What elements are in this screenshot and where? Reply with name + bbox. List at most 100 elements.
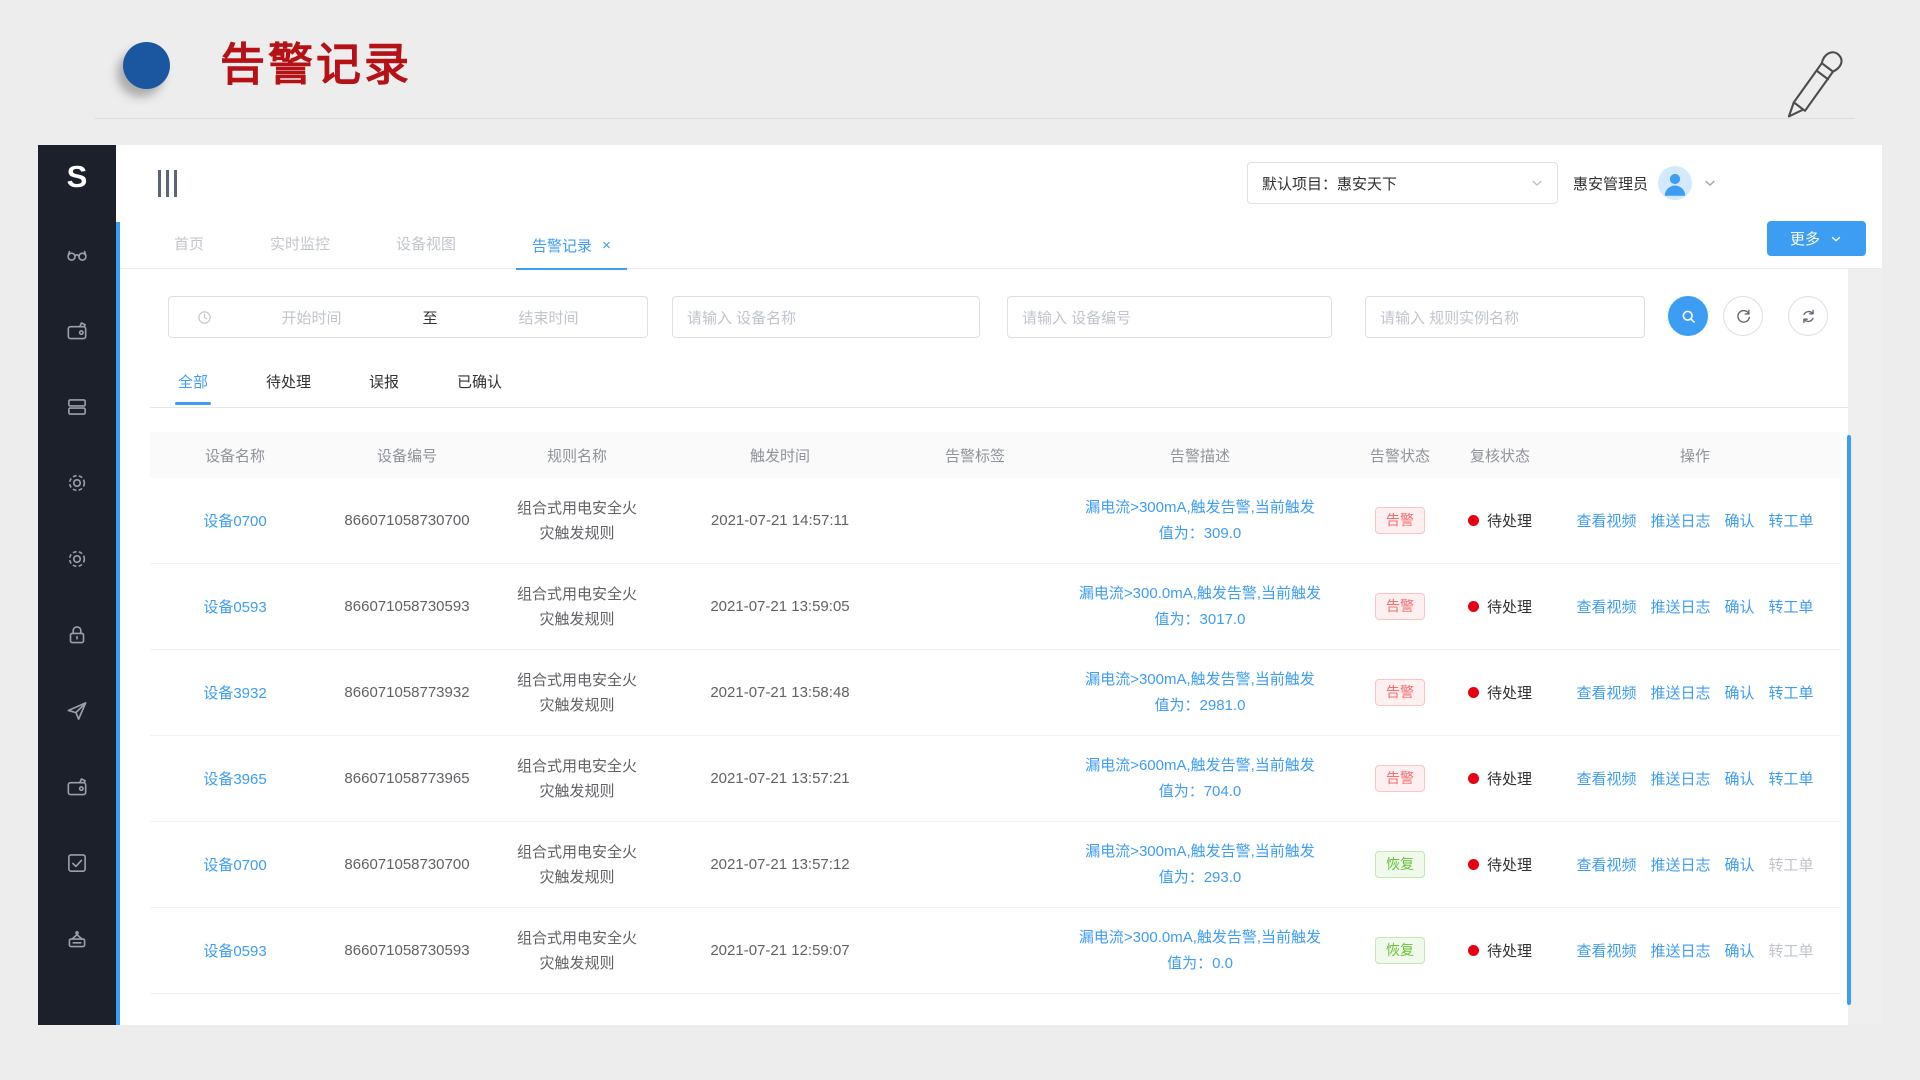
action-transfer-link[interactable]: 转工单 [1769,768,1814,789]
app-logo: S [67,161,88,192]
device-no-input[interactable]: 请输入 设备编号 [1007,296,1332,338]
sidebar-item-devices[interactable] [64,394,90,420]
glasses-icon [64,242,90,268]
action-view-video-link[interactable]: 查看视频 [1576,682,1636,703]
action-push-log-link[interactable]: 推送日志 [1650,682,1710,703]
sidebar-item-wallet[interactable] [64,318,90,344]
device-no-cell: 866071058773932 [320,684,494,701]
action-confirm-link[interactable]: 确认 [1725,682,1755,703]
device-no-cell: 866071058730593 [320,598,494,615]
rule-name-cell: 组合式用电安全火灾触发规则 [512,668,642,718]
col-header-rule-name: 规则名称 [494,445,660,466]
action-push-log-link[interactable]: 推送日志 [1650,596,1710,617]
stacked-cards-icon [64,394,90,420]
action-view-video-link[interactable]: 查看视频 [1576,596,1636,617]
action-push-log-link[interactable]: 推送日志 [1650,854,1710,875]
pen-icon [1768,38,1856,122]
device-name-link[interactable]: 设备0700 [203,510,266,531]
sidebar-item-tasks[interactable] [64,850,90,876]
action-confirm-link[interactable]: 确认 [1725,596,1755,617]
status-tab-all[interactable]: 全部 [172,360,214,407]
review-status-dot [1468,601,1479,612]
nav-tabs: 首页 实时监控 设备视图 告警记录 × [168,222,627,269]
table-row: 设备0593 866071058730593 组合式用电安全火灾触发规则 202… [150,564,1840,650]
alarm-desc-cell: 漏电流>600mA,触发告警,当前触发值为：704.0 [1085,753,1315,805]
device-name-input[interactable]: 请输入 设备名称 [672,296,980,338]
sidebar-item-send[interactable] [64,698,90,724]
action-view-video-link[interactable]: 查看视频 [1576,768,1636,789]
status-tab-confirmed[interactable]: 已确认 [451,360,508,407]
header-divider [95,118,1855,119]
refresh-button[interactable] [1723,296,1763,336]
date-range-picker[interactable]: 开始时间 至 结束时间 [168,296,648,338]
close-tab-icon[interactable]: × [602,238,611,253]
user-menu[interactable]: 惠安管理员 [1573,162,1718,204]
action-confirm-link[interactable]: 确认 [1725,510,1755,531]
alarm-desc-cell: 漏电流>300.0mA,触发告警,当前触发值为：0.0 [1079,925,1321,977]
printer-icon [64,926,90,952]
device-name-link[interactable]: 设备0700 [203,854,266,875]
search-button[interactable] [1668,296,1708,336]
action-confirm-link[interactable]: 确认 [1725,768,1755,789]
tab-alarm-records-label: 告警记录 [532,235,592,256]
action-view-video-link[interactable]: 查看视频 [1576,940,1636,961]
action-push-log-link[interactable]: 推送日志 [1650,768,1710,789]
action-transfer-link[interactable]: 转工单 [1769,854,1814,875]
project-select[interactable]: 默认项目：惠安天下 [1247,162,1558,204]
trigger-time-cell: 2021-07-21 13:58:48 [660,684,900,701]
chevron-down-icon [1529,175,1545,191]
sidebar-item-printer[interactable] [64,926,90,952]
alarm-desc-cell: 漏电流>300mA,触发告警,当前触发值为：309.0 [1085,495,1315,547]
sidebar-item-security[interactable] [64,622,90,648]
sidebar-item-monitor[interactable] [64,242,90,268]
sidebar-item-settings-alt[interactable] [64,546,90,572]
review-status-dot [1468,773,1479,784]
action-transfer-link[interactable]: 转工单 [1769,510,1814,531]
topbar: 默认项目：惠安天下 惠安管理员 [116,145,1882,222]
tab-realtime-monitor[interactable]: 实时监控 [264,222,336,268]
wallet-icon [64,318,90,344]
device-name-link[interactable]: 设备0593 [203,596,266,617]
action-transfer-link[interactable]: 转工单 [1769,682,1814,703]
end-time-placeholder: 结束时间 [450,307,647,328]
tab-device-view[interactable]: 设备视图 [390,222,462,268]
lock-icon [64,622,90,648]
title-bullet-dot [123,42,170,89]
device-name-link[interactable]: 设备3965 [203,768,266,789]
action-confirm-link[interactable]: 确认 [1725,940,1755,961]
status-tab-false-alarm[interactable]: 误报 [363,360,405,407]
action-push-log-link[interactable]: 推送日志 [1650,940,1710,961]
review-status-text: 待处理 [1487,768,1532,789]
more-button[interactable]: 更多 [1767,221,1866,256]
sidebar-item-settings[interactable] [64,470,90,496]
chevron-down-icon[interactable] [1702,175,1718,191]
col-header-trigger-time: 触发时间 [660,445,900,466]
sidebar-item-wallet-alt[interactable] [64,774,90,800]
action-push-log-link[interactable]: 推送日志 [1650,510,1710,531]
row-actions: 查看视频 推送日志 确认 转工单 [1550,854,1840,875]
user-name: 惠安管理员 [1573,173,1648,194]
device-name-link[interactable]: 设备0593 [203,940,266,961]
scrollbar-thumb[interactable] [1847,435,1851,1005]
action-transfer-link[interactable]: 转工单 [1769,596,1814,617]
rule-instance-input[interactable]: 请输入 规则实例名称 [1365,296,1645,338]
tab-alarm-records[interactable]: 告警记录 × [516,222,627,270]
alarm-status-badge: 恢复 [1375,851,1425,878]
review-status-dot [1468,859,1479,870]
tab-home[interactable]: 首页 [168,222,210,268]
app-window: S [38,145,1882,1025]
table-row: 设备0700 866071058730700 组合式用电安全火灾触发规则 202… [150,478,1840,564]
action-view-video-link[interactable]: 查看视频 [1576,854,1636,875]
sidebar: S [38,145,116,1025]
device-no-placeholder: 请输入 设备编号 [1022,307,1131,328]
action-transfer-link[interactable]: 转工单 [1769,940,1814,961]
device-name-link[interactable]: 设备3932 [203,682,266,703]
refresh-icon [1734,307,1753,326]
start-time-placeholder: 开始时间 [213,307,410,328]
trigger-time-cell: 2021-07-21 13:57:21 [660,770,900,787]
action-confirm-link[interactable]: 确认 [1725,854,1755,875]
status-tab-pending[interactable]: 待处理 [260,360,317,407]
collapse-menu-icon[interactable] [158,170,177,197]
action-view-video-link[interactable]: 查看视频 [1576,510,1636,531]
sync-button[interactable] [1788,296,1828,336]
